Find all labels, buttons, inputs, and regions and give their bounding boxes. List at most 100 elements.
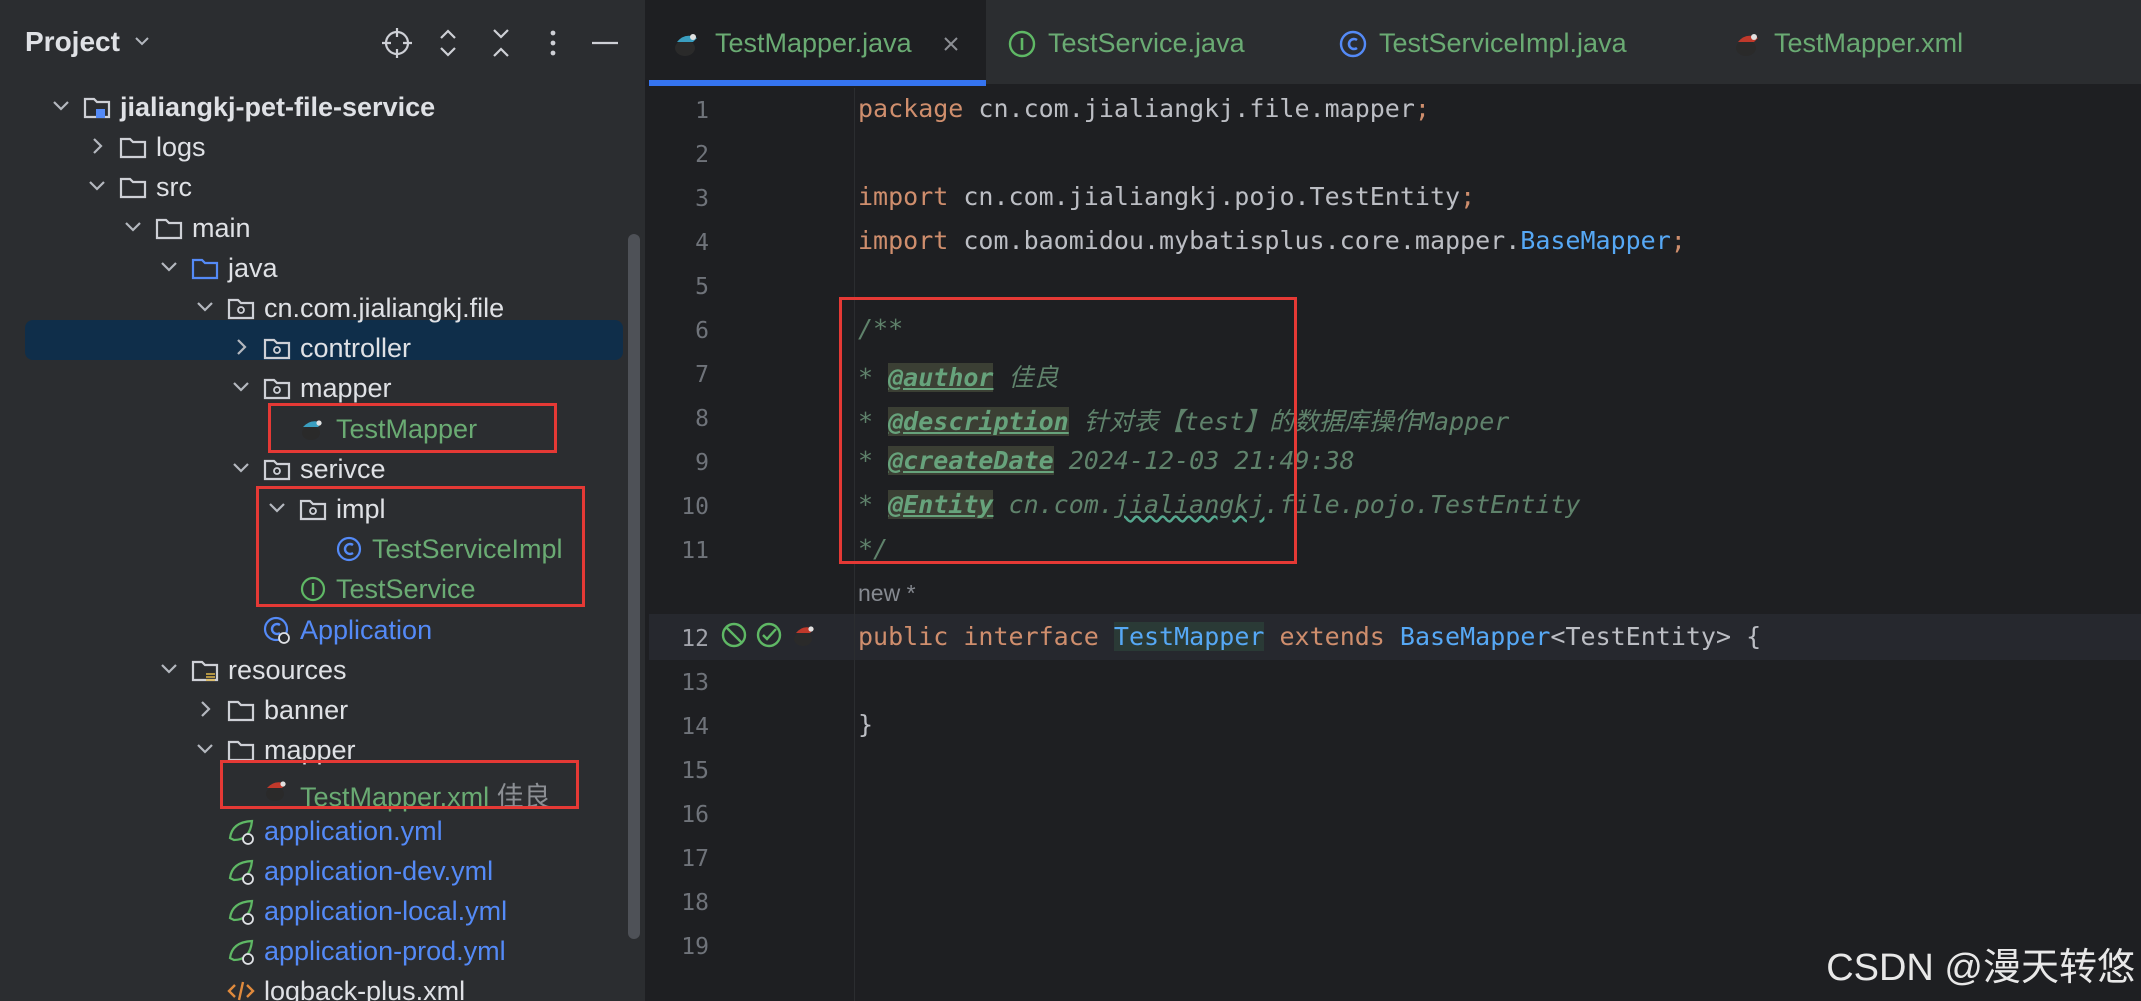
- tree-row[interactable]: banner: [0, 689, 630, 729]
- tree-row-label: logback-plus.xml: [264, 976, 466, 1001]
- module-folder-icon: [83, 97, 111, 119]
- line-number: 18: [681, 890, 709, 916]
- more-options-icon[interactable]: [536, 26, 570, 60]
- tree-row[interactable]: serivce: [0, 448, 630, 488]
- package-icon: [227, 298, 255, 320]
- code-vision-hint[interactable]: new *: [858, 580, 916, 607]
- tree-row-label: application-dev.yml: [264, 855, 494, 886]
- tree-row[interactable]: logs: [0, 126, 630, 166]
- line-number: 6: [695, 318, 709, 344]
- line-number: 16: [681, 802, 709, 828]
- editor-tab-bar: TestMapper.java TestService.java TestSer…: [649, 0, 2141, 86]
- package-icon: [263, 379, 291, 400]
- tree-row[interactable]: java: [0, 247, 630, 287]
- tree-row[interactable]: application-local.yml: [0, 890, 630, 930]
- chevron-down-icon[interactable]: [132, 31, 152, 51]
- tree-row-label: java: [228, 252, 278, 283]
- code-line-1: package cn.com.jialiangkj.file.mapper;: [858, 94, 1430, 123]
- line-number: 15: [681, 758, 709, 784]
- collapse-all-icon[interactable]: [484, 26, 518, 60]
- interface-icon: [1008, 30, 1036, 58]
- chevron-down-icon[interactable]: [158, 658, 180, 680]
- project-header: Project: [0, 0, 647, 86]
- tree-row[interactable]: logback-plus.xml: [0, 970, 630, 1001]
- chevron-down-icon[interactable]: [194, 296, 216, 318]
- line-number: 3: [695, 186, 709, 212]
- annotation-box-javadoc-left: [839, 297, 1297, 564]
- chevron-down-icon[interactable]: [86, 175, 108, 197]
- tab-testmapper-java[interactable]: TestMapper.java: [649, 0, 986, 86]
- chevron-down-icon[interactable]: [158, 256, 180, 278]
- spring-yml-icon: [228, 859, 254, 885]
- folder-icon: [119, 138, 147, 159]
- tree-row-label: jialiangkj-pet-file-service: [120, 92, 436, 122]
- line-number: 8: [695, 406, 709, 432]
- tab-label: TestService.java: [1048, 28, 1245, 58]
- tree-row-label: application.yml: [264, 815, 443, 846]
- line-number: 13: [681, 670, 709, 696]
- tree-row-label: controller: [300, 333, 412, 364]
- tree-row[interactable]: application-prod.yml: [0, 930, 630, 970]
- tab-testserviceimpl-java[interactable]: TestServiceImpl.java: [1319, 0, 1689, 86]
- no-implementations-icon[interactable]: [719, 620, 749, 650]
- tree-row[interactable]: Application: [0, 609, 630, 649]
- hide-panel-icon[interactable]: [588, 26, 622, 60]
- mybatis-navigate-icon[interactable]: [790, 620, 820, 650]
- line-number: 2: [695, 142, 709, 168]
- tree-row-label: Application: [300, 614, 433, 645]
- tree-row-label: serivce: [300, 453, 386, 484]
- tree-row-label: resources: [228, 654, 347, 685]
- chevron-down-icon[interactable]: [194, 738, 216, 760]
- line-number: 5: [695, 274, 709, 300]
- chevron-right-icon[interactable]: [230, 336, 252, 358]
- tree-row[interactable]: src: [0, 166, 630, 206]
- package-icon: [263, 339, 291, 360]
- folder-icon: [119, 178, 147, 199]
- resources-folder-icon: [191, 660, 219, 681]
- spring-yml-icon: [228, 819, 254, 845]
- chevron-down-icon[interactable]: [230, 376, 252, 398]
- chevron-down-icon[interactable]: [122, 216, 144, 238]
- line-number: 10: [681, 494, 709, 520]
- tree-row[interactable]: main: [0, 207, 630, 247]
- line-number: 7: [695, 362, 709, 388]
- code-line-4: import com.baomidou.mybatisplus.core.map…: [858, 226, 1686, 255]
- line-number: 11: [681, 538, 709, 564]
- tree-row[interactable]: application-dev.yml: [0, 850, 630, 890]
- project-title[interactable]: Project: [25, 26, 120, 58]
- tab-testservice-java[interactable]: TestService.java: [986, 0, 1296, 86]
- package-icon: [263, 459, 291, 480]
- line-number: 19: [681, 934, 709, 960]
- tree-row[interactable]: controller: [0, 327, 630, 367]
- line-number: 4: [695, 230, 709, 256]
- line-number: 1: [695, 98, 709, 124]
- chevron-down-icon[interactable]: [50, 95, 72, 117]
- locate-icon[interactable]: [380, 26, 414, 60]
- expand-all-icon[interactable]: [431, 26, 465, 60]
- tree-row[interactable]: jialiangkj-pet-file-service: [0, 86, 630, 126]
- implemented-icon[interactable]: [754, 620, 784, 650]
- tree-row[interactable]: cn.com.jialiangkj.file: [0, 287, 630, 327]
- xml-icon: [227, 982, 255, 1001]
- tree-row[interactable]: application.yml: [0, 810, 630, 850]
- chevron-right-icon[interactable]: [86, 135, 108, 157]
- close-icon[interactable]: [941, 34, 961, 54]
- folder-icon: [155, 218, 183, 239]
- annotation-box-service: [256, 486, 585, 607]
- tab-testmapper-xml[interactable]: TestMapper.xml: [1714, 0, 2044, 86]
- tree-row-label: application-prod.yml: [264, 936, 506, 967]
- mybatis-xml-icon: [1736, 34, 1758, 56]
- code-line-12: public interface TestMapper extends Base…: [858, 622, 1762, 651]
- tree-row[interactable]: resources: [0, 649, 630, 689]
- spring-yml-icon: [228, 940, 254, 966]
- line-number: 17: [681, 846, 709, 872]
- folder-icon: [227, 700, 255, 722]
- tree-row-label: logs: [156, 132, 206, 163]
- tree-row[interactable]: mapper: [0, 367, 630, 407]
- line-number: 9: [695, 450, 709, 476]
- annotation-box-xml: [220, 760, 579, 809]
- chevron-right-icon[interactable]: [194, 698, 216, 720]
- annotation-box-testmapper: [268, 403, 557, 453]
- class-icon: [1339, 30, 1367, 58]
- chevron-down-icon[interactable]: [230, 457, 252, 479]
